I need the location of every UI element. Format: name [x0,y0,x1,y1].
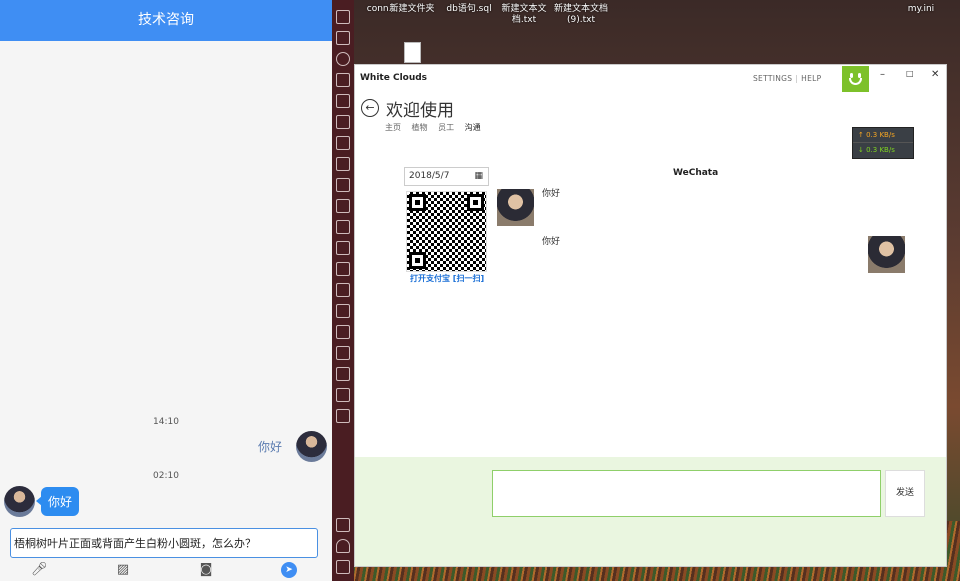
menu-icon[interactable] [336,283,350,297]
fullscreen-icon[interactable] [336,115,350,129]
recent-apps-icon[interactable] [336,560,350,574]
phone-chat-app: 技术咨询 14:10 你好 02:10 你好 梧桐树叶片正面或背面产生白粉小圆斑… [0,0,332,581]
back-icon[interactable] [336,518,350,532]
settings-link[interactable]: SETTINGS [753,74,792,83]
briefcase-icon[interactable] [336,178,350,192]
compose-textarea[interactable] [492,470,881,517]
chat-message-right: 你好 [542,237,561,247]
desktop-icon-new-folder[interactable]: 新建文件夹 [382,4,442,15]
self-avatar [868,236,905,273]
download-speed: ↓ 0.3 KB/s [858,146,895,154]
date-value: 2018/5/7 [409,171,450,181]
window-title: White Clouds [360,73,428,83]
volume-down-icon[interactable] [336,157,350,171]
user-avatar[interactable] [296,431,327,462]
desktop-icon-db-sql[interactable]: db语句.sql [439,4,499,15]
qr-code-image [406,191,487,272]
display-icon[interactable] [336,73,350,87]
send-icon[interactable]: ➤ [281,562,297,578]
compose-area: 发送 [355,457,946,566]
camera-icon[interactable] [336,220,350,234]
desktop-icon-my-ini[interactable]: my.ini [891,4,951,15]
window-menu: SETTINGS | HELP [753,74,822,83]
radio-icon[interactable] [336,31,350,45]
send-button[interactable]: 发送 [885,470,925,517]
transfer-icon[interactable] [336,388,350,402]
chat-title: WeChata [673,168,719,178]
phone-icon[interactable] [336,199,350,213]
expert-avatar[interactable] [4,486,35,517]
message-timestamp: 02:10 [153,471,179,481]
camera-icon[interactable]: ◙ [198,562,214,578]
copy-icon[interactable] [336,262,350,276]
tab-home[interactable]: 主页 [385,123,401,132]
help-link[interactable]: HELP [801,74,821,83]
white-clouds-window: White Clouds SETTINGS | HELP – □ ✕ ← 欢迎使用 … [354,64,947,567]
close-button[interactable]: ✕ [931,69,939,80]
tab-plants[interactable]: 植物 [412,123,428,132]
trash-icon[interactable] [336,10,350,24]
mic-icon[interactable]: 🎤︎ [31,562,48,578]
upload-speed: ↑ 0.3 KB/s [853,128,913,143]
robot-icon[interactable] [336,367,350,381]
back-arrow-icon[interactable]: ← [361,99,379,117]
network-speed-widget: ↑ 0.3 KB/s ↓ 0.3 KB/s [852,127,914,159]
document-icon[interactable] [404,42,421,63]
volume-up-icon[interactable] [336,136,350,150]
tab-staff[interactable]: 员工 [438,123,454,132]
minimize-button[interactable]: – [880,69,885,80]
desktop-icon-new-text[interactable]: 新建文本文 档.txt [494,4,554,26]
calendar-icon[interactable]: ▦ [474,171,483,181]
phone-header-title: 技术咨询 [0,0,332,41]
outgoing-message: 你好 [257,440,282,454]
contact-avatar [497,189,534,226]
message-timestamp: 14:10 [153,417,179,427]
incoming-message: 你好 [35,487,80,516]
page-title: 欢迎使用 [386,101,454,121]
maximize-button[interactable]: □ [906,69,914,78]
taskbar [332,0,354,581]
desktop-icon-new-text-9[interactable]: 新建文本文档 (9).txt [551,4,611,26]
tab-communication[interactable]: 沟通 [465,123,481,132]
image-icon[interactable]: ▨ [115,562,131,578]
location-icon[interactable] [336,52,350,66]
message-input[interactable]: 梧桐树叶片正面或背面产生白粉小圆斑，怎么办？ [10,528,318,558]
link-icon[interactable] [336,304,350,318]
loading-icon[interactable] [336,325,350,339]
breadcrumb: 主页 植物 员工 沟通 [385,122,489,133]
date-picker[interactable]: 2018/5/7 ▦ [404,167,489,186]
qr-caption: 打开支付宝 [扫一扫] [410,274,485,283]
chat-message-left: 你好 [542,189,561,199]
screen-icon[interactable] [336,94,350,108]
crosshair-icon[interactable] [336,409,350,423]
printer-icon[interactable] [336,346,350,360]
home-icon[interactable] [336,539,350,553]
smiley-logo-icon [842,66,869,92]
scissors-icon[interactable] [336,241,350,255]
